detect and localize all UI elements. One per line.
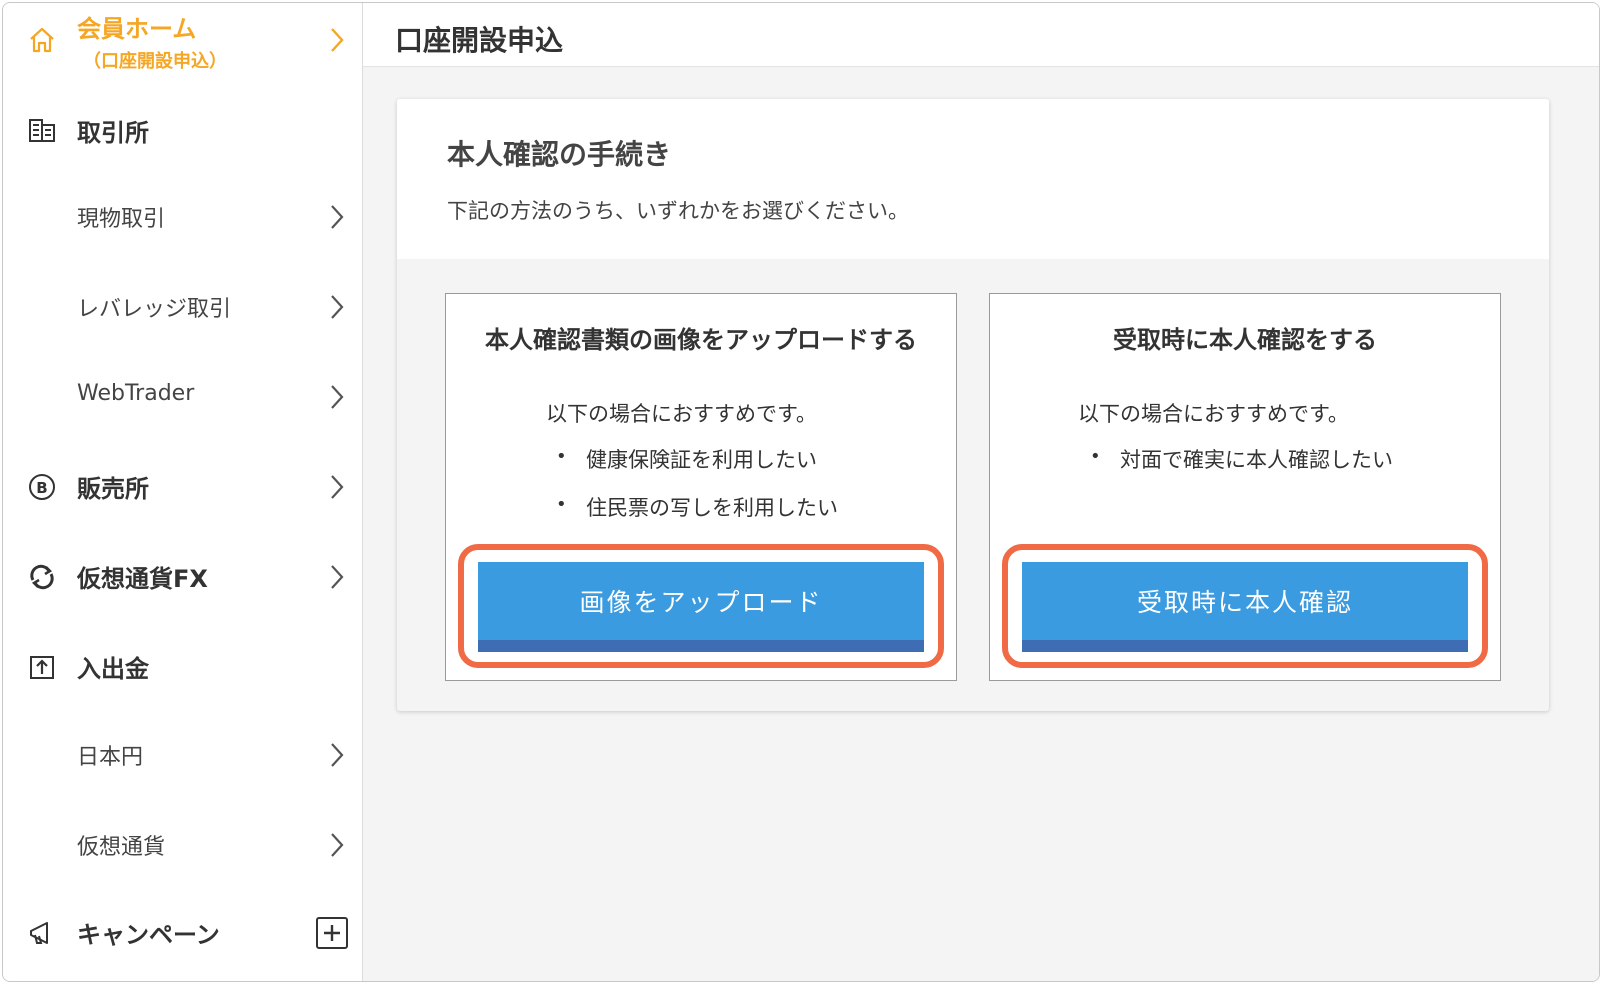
bitcoin-icon: B [25, 470, 59, 504]
sidebar-item-deposit[interactable]: 入出金 [3, 635, 362, 699]
identity-verification-card: 本人確認の手続き 下記の方法のうち、いずれかをお選びください。 本人確認書類の画… [397, 99, 1549, 711]
upload-image-button[interactable]: 画像をアップロード [478, 562, 924, 652]
sidebar-item-label: 取引所 [77, 119, 149, 147]
sidebar-item-label: 販売所 [77, 475, 149, 503]
sidebar-item-campaign[interactable]: キャンペーン [3, 901, 362, 965]
chevron-right-icon [331, 743, 344, 767]
exchange-arrows-icon [25, 560, 59, 594]
sidebar-item-fx[interactable]: 仮想通貨FX [3, 545, 362, 609]
deposit-box-icon [25, 650, 59, 684]
list-item-text: 健康保険証を利用したい [586, 448, 817, 472]
app-window: 会員ホーム （口座開設申込） 取引所 現物取引 レバレッジ取引 WebTrade… [2, 2, 1600, 982]
sidebar-item-label: WebTrader [77, 381, 195, 406]
sidebar-item-jpy[interactable]: 日本円 [3, 725, 362, 785]
bullet-icon: • [1090, 446, 1101, 467]
bullet-icon: • [556, 494, 567, 515]
option-upload: 本人確認書類の画像をアップロードする 以下の場合におすすめです。 • 健康保険証… [445, 293, 957, 681]
chevron-right-icon [331, 565, 344, 589]
page-title: 口座開設申込 [395, 24, 564, 57]
list-item-text: 住民票の写しを利用したい [586, 496, 838, 520]
sidebar-item-spot[interactable]: 現物取引 [3, 187, 362, 247]
sidebar-item-home[interactable]: 会員ホーム （口座開設申込） [3, 3, 362, 79]
list-item-text: 対面で確実に本人確認したい [1120, 448, 1393, 472]
verify-on-receipt-button[interactable]: 受取時に本人確認 [1022, 562, 1468, 652]
expand-plus-icon[interactable] [316, 917, 348, 949]
sidebar-item-label: 入出金 [77, 655, 149, 683]
sidebar-item-sublabel: （口座開設申込） [83, 51, 227, 72]
chevron-right-icon [331, 205, 344, 229]
sidebar-item-label: 仮想通貨 [77, 835, 166, 860]
option-title: 受取時に本人確認をする [1113, 326, 1377, 354]
list-item: • 健康保険証を利用したい [556, 444, 817, 474]
chevron-right-icon [331, 28, 344, 52]
card-title: 本人確認の手続き [447, 138, 672, 171]
chevron-right-icon [331, 295, 344, 319]
option-lead: 以下の場合におすすめです。 [546, 402, 817, 426]
chevron-right-icon [331, 475, 344, 499]
main-content: 口座開設申込 本人確認の手続き 下記の方法のうち、いずれかをお選びください。 本… [363, 3, 1599, 981]
sidebar-item-crypto[interactable]: 仮想通貨 [3, 815, 362, 875]
bullet-icon: • [556, 446, 567, 467]
sidebar-item-webtrader[interactable]: WebTrader [3, 367, 362, 427]
sidebar-item-label: 日本円 [77, 745, 144, 770]
option-title: 本人確認書類の画像をアップロードする [485, 326, 917, 354]
list-item: • 対面で確実に本人確認したい [1090, 444, 1393, 474]
svg-text:B: B [36, 479, 47, 497]
sidebar-item-label: 会員ホーム [77, 15, 197, 43]
card-description: 下記の方法のうち、いずれかをお選びください。 [447, 199, 909, 223]
chevron-right-icon [331, 833, 344, 857]
sidebar-item-label: キャンペーン [77, 921, 220, 949]
option-lead: 以下の場合におすすめです。 [1078, 402, 1349, 426]
sidebar-item-label: 現物取引 [77, 207, 166, 232]
list-item: • 住民票の写しを利用したい [556, 492, 838, 522]
sidebar-item-label: 仮想通貨FX [77, 565, 208, 593]
sidebar-item-exchange[interactable]: 取引所 [3, 99, 362, 163]
building-icon [25, 113, 59, 147]
sidebar-item-leverage[interactable]: レバレッジ取引 [3, 277, 362, 337]
sidebar: 会員ホーム （口座開設申込） 取引所 現物取引 レバレッジ取引 WebTrade… [3, 3, 363, 981]
option-in-person: 受取時に本人確認をする 以下の場合におすすめです。 • 対面で確実に本人確認した… [989, 293, 1501, 681]
megaphone-icon [25, 916, 59, 950]
sidebar-item-shop[interactable]: B 販売所 [3, 455, 362, 519]
sidebar-item-label: レバレッジ取引 [77, 297, 232, 322]
page-header: 口座開設申込 [363, 3, 1599, 67]
card-header: 本人確認の手続き 下記の方法のうち、いずれかをお選びください。 [397, 99, 1549, 259]
home-icon [25, 23, 59, 57]
chevron-right-icon [331, 385, 344, 409]
